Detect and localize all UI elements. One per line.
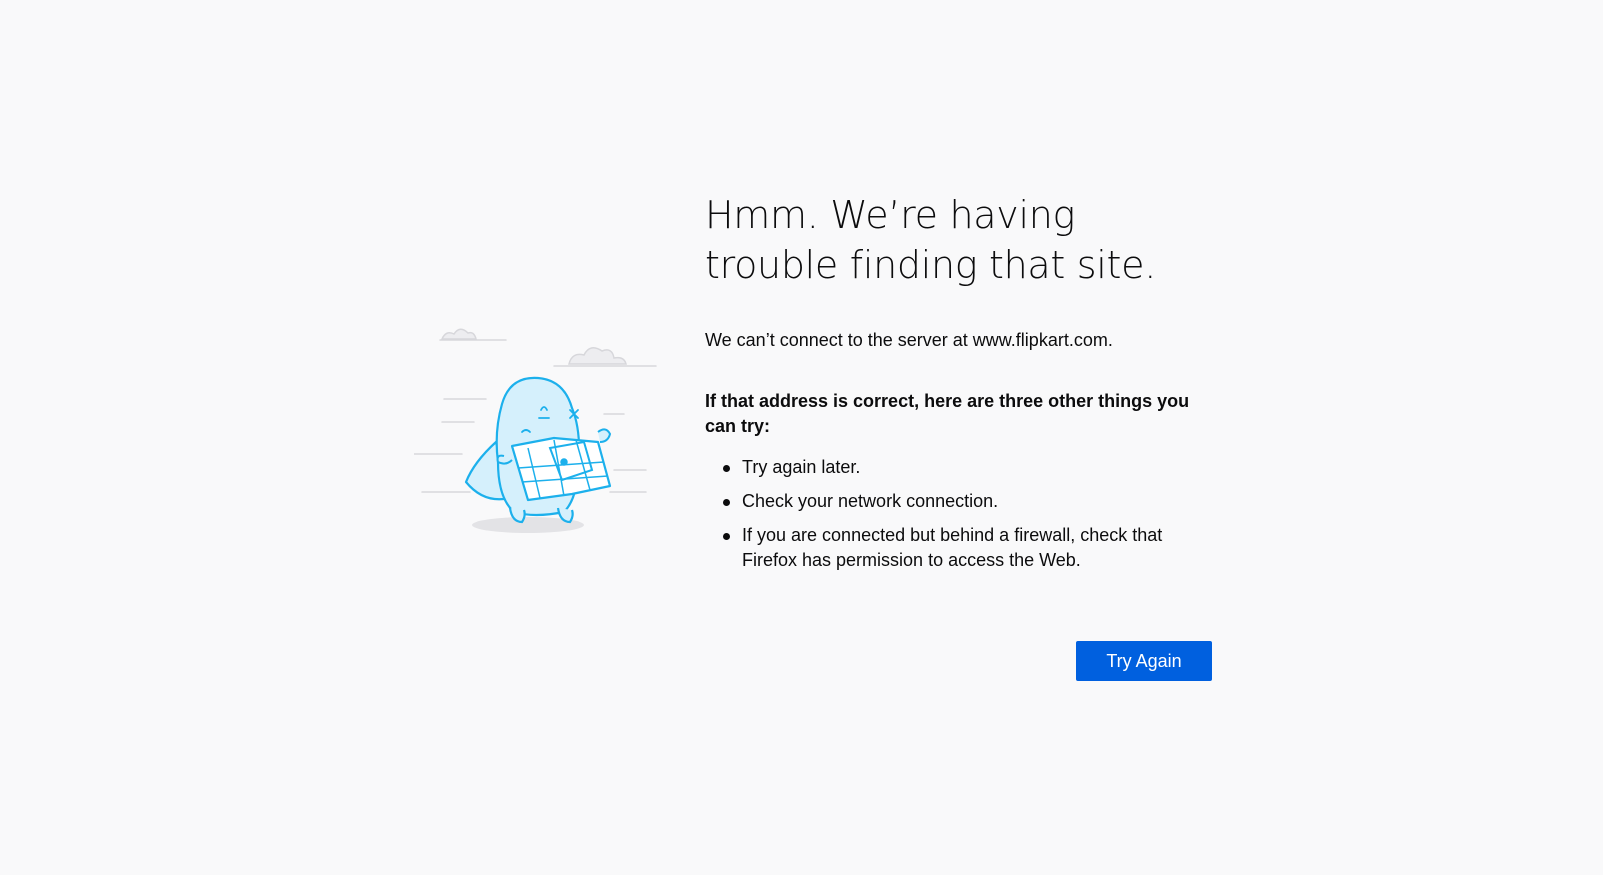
error-content: Hmm. We’re having trouble finding that s… — [705, 190, 1215, 582]
tip-text: If you are connected but behind a firewa… — [742, 525, 1163, 570]
list-item: Check your network connection. — [723, 489, 1215, 514]
lost-monster-illustration — [414, 328, 657, 533]
tips-heading: If that address is correct, here are thr… — [705, 391, 1190, 436]
error-description: We can’t connect to the server at www.fl… — [705, 330, 1113, 350]
bullet-icon — [723, 533, 730, 540]
tip-text: Check your network connection. — [742, 491, 999, 511]
try-again-button[interactable]: Try Again — [1076, 641, 1212, 681]
tip-text: Try again later. — [742, 457, 861, 477]
list-item: If you are connected but behind a firewa… — [723, 523, 1215, 573]
bullet-icon — [723, 499, 730, 506]
list-item: Try again later. — [723, 455, 1215, 480]
bullet-icon — [723, 465, 730, 472]
tips-list: Try again later. Check your network conn… — [705, 455, 1215, 573]
cloud-icon — [440, 328, 627, 365]
page-title: Hmm. We’re having trouble finding that s… — [705, 193, 1156, 287]
